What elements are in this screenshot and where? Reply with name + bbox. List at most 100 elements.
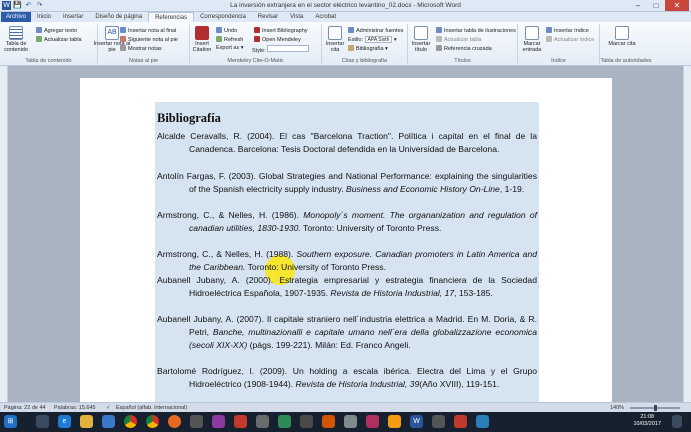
title-bar: W 💾 ↶ ↷ La inversión extranjera en el se…	[0, 0, 691, 12]
app-icon[interactable]	[300, 415, 313, 428]
insert-table-of-figures-button[interactable]: Insertar tabla de ilustraciones	[436, 27, 516, 34]
insert-citation-button[interactable]: Insert Citation	[190, 26, 214, 53]
next-footnote-button[interactable]: Siguiente nota al pie	[120, 36, 178, 43]
tab-acrobat[interactable]: Acrobat	[309, 12, 342, 22]
store-icon[interactable]	[102, 415, 115, 428]
reference-entry: Armstrong, C., & Nelles, H. (1986). Mono…	[157, 210, 537, 233]
update-index-button[interactable]: Actualizar índice	[546, 36, 594, 43]
window-controls: – □ ✕	[629, 0, 689, 11]
mendeley-citation-icon	[195, 26, 209, 40]
book-icon	[348, 45, 354, 51]
insert-bibliography-button[interactable]: Insert Bibliography	[254, 27, 308, 34]
index-icon	[546, 27, 552, 33]
mark-entry-icon	[525, 26, 539, 40]
mark-entry-button[interactable]: Marcar entrada	[518, 26, 546, 53]
maximize-icon[interactable]: □	[647, 0, 665, 11]
footnote-icon: AB	[105, 26, 119, 40]
word-taskbar-icon[interactable]: W	[410, 415, 423, 428]
file-explorer-icon[interactable]	[80, 415, 93, 428]
tab-references[interactable]: Referencias	[148, 12, 195, 22]
mendeley-style-select[interactable]: Style:	[252, 45, 310, 54]
tab-file[interactable]: Archivo	[1, 12, 32, 22]
reference-entry: Antolín Fargas, F. (2003). Global Strate…	[157, 171, 537, 194]
insert-cite-button[interactable]: Insertar cita	[322, 26, 348, 53]
table-figures-icon	[436, 27, 442, 33]
undo-icon	[216, 27, 222, 33]
zoom-slider-handle[interactable]	[654, 405, 657, 411]
reference-entry: Alcalde Ceravalls, R. (2004). El cas "Ba…	[157, 131, 537, 154]
update-toc-button[interactable]: Actualizar tabla	[36, 36, 82, 43]
endnote-icon	[120, 27, 126, 33]
close-icon[interactable]: ✕	[665, 0, 689, 11]
toc-button[interactable]: Tabla de contenido	[2, 26, 30, 53]
status-bar: Página: 22 de 44 Palabras: 15.645 ✓ Espa…	[0, 402, 691, 412]
mark-citation-button[interactable]: Marcar cita	[608, 26, 636, 47]
add-text-button[interactable]: Agregar texto	[36, 27, 77, 34]
tab-review[interactable]: Revisar	[252, 12, 284, 22]
insert-endnote-button[interactable]: Insertar nota al final	[120, 27, 176, 34]
group-index: Marcar entrada Insertar índice Actualiza…	[518, 24, 600, 64]
app-icon[interactable]	[454, 415, 467, 428]
manage-sources-button[interactable]: Administrar fuentes	[348, 27, 403, 34]
app-icon[interactable]	[234, 415, 247, 428]
app-icon[interactable]	[366, 415, 379, 428]
chrome-icon[interactable]	[124, 415, 137, 428]
reference-entry: Bartolomé Rodríguez, I. (2009). Un holdi…	[157, 366, 537, 389]
mendeley-icon	[254, 36, 260, 42]
mendeley-undo-button[interactable]: Undo	[216, 27, 237, 34]
group-mendeley: Insert Citation Undo Refresh Export as ▾…	[190, 24, 322, 64]
tab-view[interactable]: Vista	[284, 12, 309, 22]
windows-start-icon[interactable]: ⊞	[4, 415, 17, 428]
reference-entry: Aubanell Jubany, A. (2007). Il capitale …	[157, 314, 537, 350]
notification-icon[interactable]	[672, 415, 682, 428]
citation-style-select[interactable]: Estilo: APA Sixth ▾	[348, 36, 397, 43]
tab-page-layout[interactable]: Diseño de página	[89, 12, 148, 22]
system-clock[interactable]: 21:08 10/03/2017	[633, 414, 661, 428]
group-footnotes: AB Insertar nota al pie Insertar nota al…	[94, 24, 190, 64]
group-captions: Insertar título Insertar tabla de ilustr…	[408, 24, 518, 64]
cross-reference-icon	[436, 45, 442, 51]
firefox-icon[interactable]	[168, 415, 181, 428]
app-icon[interactable]	[432, 415, 445, 428]
task-view-icon[interactable]	[36, 415, 49, 428]
app-icon[interactable]	[322, 415, 335, 428]
vertical-ruler	[0, 66, 8, 402]
app-icon[interactable]	[344, 415, 357, 428]
tab-mailings[interactable]: Correspondencia	[194, 12, 252, 22]
toc-icon	[9, 26, 23, 40]
tab-insert[interactable]: Insertar	[57, 12, 89, 22]
app-icon[interactable]	[256, 415, 269, 428]
bibliography-icon	[254, 27, 260, 33]
mendeley-refresh-button[interactable]: Refresh	[216, 36, 243, 43]
update-icon	[546, 36, 552, 42]
minimize-icon[interactable]: –	[629, 0, 647, 11]
insert-caption-button[interactable]: Insertar título	[408, 26, 434, 53]
update-icon	[436, 36, 442, 42]
open-mendeley-button[interactable]: Open Mendeley	[254, 36, 301, 43]
sources-icon	[348, 27, 354, 33]
mark-citation-icon	[615, 26, 629, 40]
update-figures-table-button[interactable]: Actualizar tabla	[436, 36, 482, 43]
media-player-icon[interactable]	[190, 415, 203, 428]
chrome-profile-icon[interactable]	[146, 415, 159, 428]
group-citations: Insertar cita Administrar fuentes Estilo…	[322, 24, 408, 64]
app-icon[interactable]	[388, 415, 401, 428]
bibliography-heading: Bibliografía	[157, 111, 221, 125]
reference-entry: Aubanell Jubany, A. (2000). Estrategia e…	[157, 275, 537, 298]
vertical-scrollbar[interactable]	[683, 66, 691, 402]
bibliography-button[interactable]: Bibliografía ▾	[348, 45, 388, 52]
export-as-button[interactable]: Export as ▾	[216, 45, 244, 51]
cross-reference-button[interactable]: Referencia cruzada	[436, 45, 492, 52]
ribbon-tabs: Archivo Inicio Insertar Diseño de página…	[0, 12, 691, 22]
show-notes-button[interactable]: Mostrar notas	[120, 45, 162, 52]
app-icon[interactable]	[212, 415, 225, 428]
edge-browser-icon[interactable]: e	[58, 415, 71, 428]
reference-entry: Armstrong, C., & Nelles, H. (1988). Sout…	[157, 249, 537, 272]
insert-index-button[interactable]: Insertar índice	[546, 27, 589, 34]
ribbon: Tabla de contenido Agregar texto Actuali…	[0, 22, 691, 66]
app-icon[interactable]	[476, 415, 489, 428]
window-title: La inversión extranjera en el sector elé…	[230, 2, 461, 9]
tab-home[interactable]: Inicio	[31, 12, 57, 22]
app-icon[interactable]	[278, 415, 291, 428]
next-footnote-icon	[120, 36, 126, 42]
